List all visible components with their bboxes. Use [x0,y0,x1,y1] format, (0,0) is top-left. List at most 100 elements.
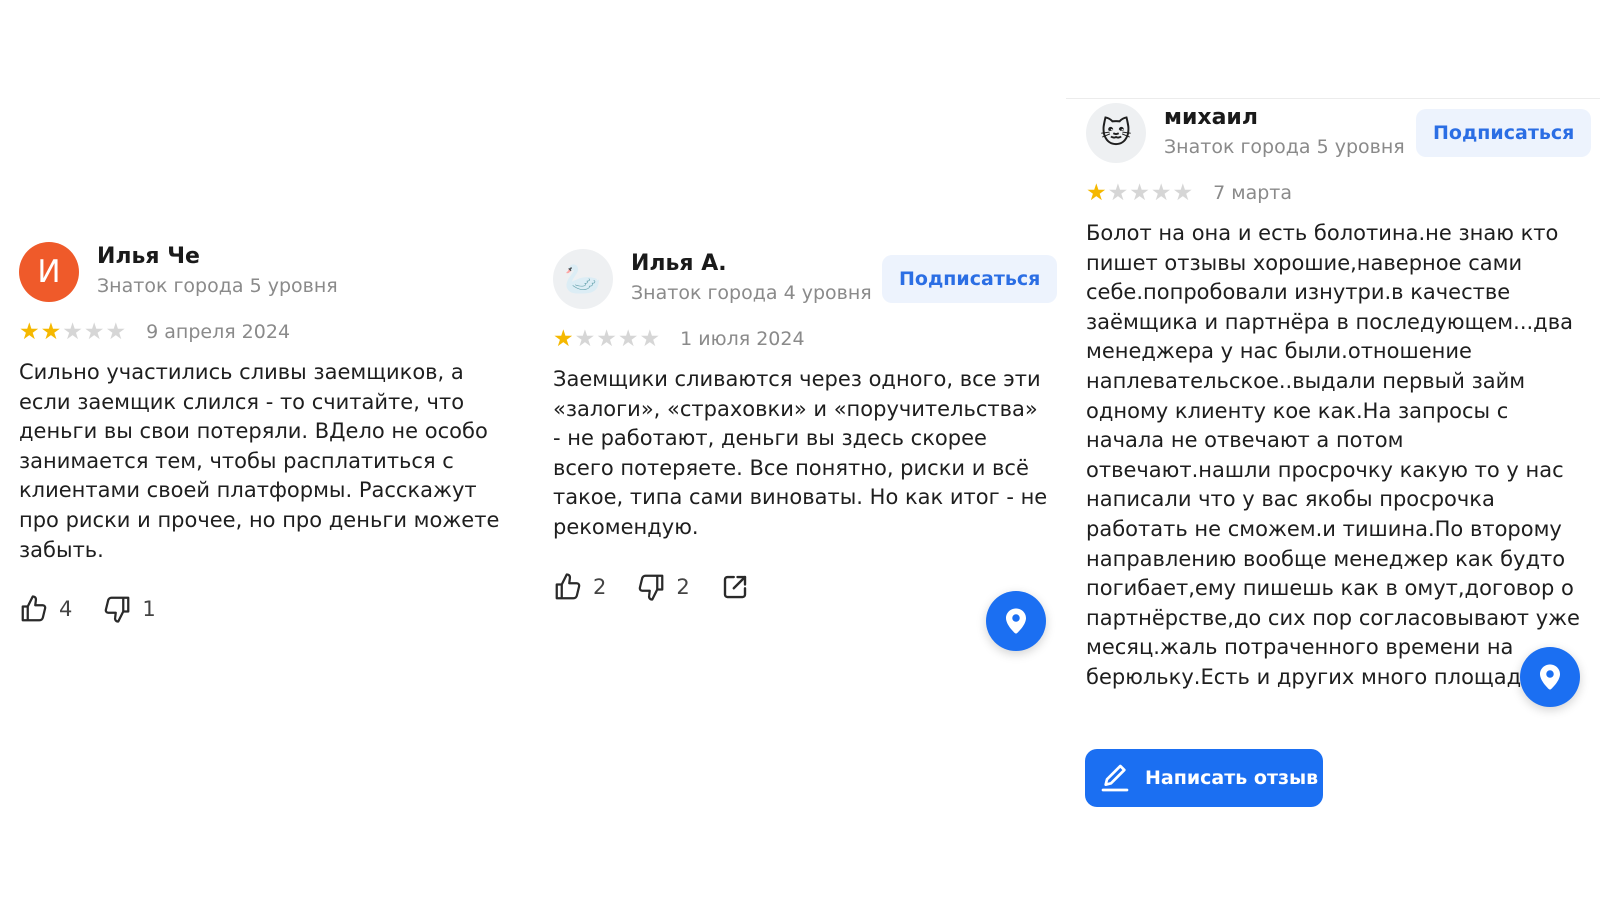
star-icon: ★ [553,325,574,352]
review-text-line: написали что у вас якобы просрочка [1086,487,1495,512]
review-card: 🦢 Илья А. Знаток города 4 уровня Подписа… [553,249,1058,607]
review-card: И Илья Че Знаток города 5 уровня ★ ★ ★ ★ ★ 9… [19,242,519,629]
author-name[interactable]: Илья Че [97,244,200,269]
star-icon: ★ [596,325,617,352]
subscribe-button[interactable]: Подписаться [882,255,1058,303]
avatar[interactable]: 🦢 [553,249,613,309]
review-text-line: - не работают, деньги вы здесь скорее [553,426,987,451]
star-icon: ★ [574,325,596,352]
review-text-line: себе.попробовали изнутри.в качестве [1086,280,1511,305]
dislike-count: 2 [676,574,690,599]
author-level: Знаток города 5 уровня [1164,136,1405,158]
review-text-line: Сильно участились сливы заемщиков, а [19,360,464,384]
review-text-line: погибает,ему пишешь как в омут,договор о [1086,576,1574,601]
map-pin-button[interactable] [1520,647,1580,707]
review-text-line: забыть. [19,537,104,562]
write-review-label: Написать отзыв [1145,767,1319,789]
review-card: 🐱 михаил Знаток города 5 уровня Подписат… [1086,103,1600,696]
author-level: Знаток города 5 уровня [97,275,338,297]
rating-stars: ★ ★ ★ ★ ★ [19,318,127,345]
review-text-line: Заемщики сливаются через одного, все эти [553,367,1041,391]
review-header: 🐱 михаил Знаток города 5 уровня Подписат… [1086,103,1600,169]
review-date: 7 марта [1213,182,1293,204]
review-text-line: месяц.жаль потраченного времени на [1086,635,1514,660]
write-review-button[interactable]: Написать отзыв [1085,749,1323,807]
review-text-line: если заемщик слился - то считайте, что [19,389,465,414]
review-text-line: пишет отзывы хорошие,наверное сами [1086,250,1523,275]
top-divider [1066,98,1600,99]
review-text-line: отвечают.нашли просрочку какую то у нас [1086,457,1564,482]
review-actions: 4 1 [19,589,519,629]
like-count: 4 [59,597,73,622]
review-header: И Илья Че Знаток города 5 уровня [19,242,519,308]
review-text-line: партнёрстве,до сих пор согласовывают уже [1086,605,1580,630]
star-icon: ★ [62,318,83,345]
subscribe-button[interactable]: Подписаться [1416,109,1592,157]
thumbs-up-icon [555,572,581,599]
like-button[interactable]: 4 [19,594,72,624]
share-icon [723,575,746,598]
review-text-line: «залоги», «страховки» и «поручительства» [553,396,1038,421]
rating-stars: ★ ★ ★ ★ ★ [1086,179,1194,206]
dislike-button[interactable]: 1 [102,594,156,624]
review-text-line: начала не отвечают а потом [1086,428,1404,453]
review-text-line: деньги вы свои потеряли. ВДело не особо [19,419,488,444]
star-icon: ★ [83,318,105,345]
pencil-icon [1101,764,1129,792]
review-header: 🦢 Илья А. Знаток города 4 уровня Подписа… [553,249,1058,315]
thumbs-up-icon [21,595,47,622]
review-text-line: наплевательское..выдали первый займ [1086,368,1526,393]
star-icon: ★ [1172,179,1194,206]
review-text-line: работать не сможем.и тишина.По второму [1086,516,1562,541]
review-text-line: рекомендую. [553,514,699,539]
review-text-line: заёмщика и партнёра в последующем...два [1086,309,1573,334]
review-text: Болот на она и есть болотина.не знаю кто… [1086,219,1600,696]
star-icon: ★ [1129,179,1150,206]
star-icon: ★ [1086,179,1107,206]
avatar[interactable]: 🐱 [1086,103,1146,163]
review-text-line: всего потеряете. Все понятно, риски и вс… [553,455,1029,480]
review-meta: ★ ★ ★ ★ ★ 1 июля 2024 [553,325,1053,353]
location-pin-icon [1006,608,1026,634]
review-meta: ★ ★ ★ ★ ★ 7 марта [1086,179,1600,207]
star-icon: ★ [617,325,639,352]
star-icon: ★ [639,325,661,352]
review-text-line: Болот на она и есть болотина.не знаю кто [1086,221,1559,245]
review-text-line: клиентами своей платформы. Расскажут [19,478,477,503]
share-button[interactable] [720,572,750,602]
review-text-line: такое, типа сами виноваты. Но как итог -… [553,485,1048,510]
review-actions: 2 2 [553,567,1053,607]
dislike-button[interactable]: 2 [636,572,690,602]
review-text-line: одному клиенту кое как.На запросы с [1086,398,1509,423]
review-meta: ★ ★ ★ ★ ★ 9 апреля 2024 [19,318,519,346]
star-icon: ★ [1107,179,1129,206]
review-date: 1 июля 2024 [680,328,805,350]
rating-stars: ★ ★ ★ ★ ★ [553,325,661,352]
star-icon: ★ [40,318,62,345]
cat-icon: 🐱 [1100,115,1132,151]
review-text-line: менеджера у нас были.отношение [1086,339,1472,364]
map-pin-button[interactable] [986,591,1046,651]
author-name[interactable]: михаил [1164,105,1258,130]
author-name[interactable]: Илья А. [631,251,727,276]
review-text: Заемщики сливаются через одного, все эти… [553,365,1053,543]
star-icon: ★ [1150,179,1172,206]
avatar-letter: И [37,254,61,290]
star-icon: ★ [19,318,40,345]
review-text-line: занимается тем, чтобы расплатиться с [19,448,454,473]
star-icon: ★ [105,318,127,345]
thumbs-down-icon [639,574,664,601]
avatar[interactable]: И [19,242,79,302]
review-text: Сильно участились сливы заемщиков, а если… [19,358,519,565]
author-level: Знаток города 4 уровня [631,282,872,304]
review-text-line: про риски и прочее, но про деньги можете [19,507,500,532]
review-date: 9 апреля 2024 [146,321,291,343]
dislike-count: 1 [142,597,156,622]
review-text-line: которые держатся за своих партнеров... [1086,693,1600,697]
like-count: 2 [593,574,607,599]
location-pin-icon [1540,664,1560,690]
goose-icon: 🦢 [564,261,602,297]
like-button[interactable]: 2 [553,572,606,602]
review-text-line: направлению вообще менеджер как будто [1086,546,1566,571]
thumbs-down-icon [105,596,130,623]
